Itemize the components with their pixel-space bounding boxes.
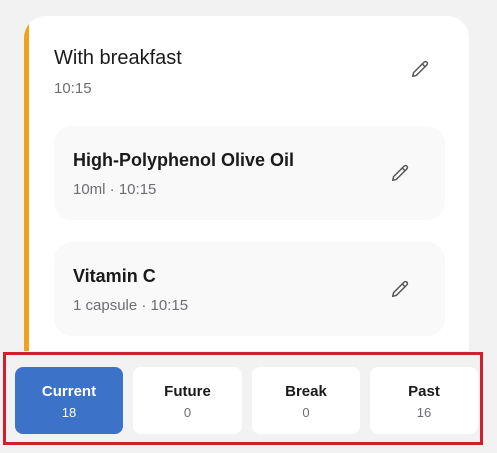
filter-tab-bar: Current 18 Future 0 Break 0 Past 16 xyxy=(0,351,497,453)
tab-past[interactable]: Past 16 xyxy=(370,367,478,434)
tab-count: 0 xyxy=(302,405,310,420)
pencil-icon[interactable] xyxy=(389,162,411,184)
tab-label: Break xyxy=(285,383,327,400)
item-detail: 1 capsule · 10:15 xyxy=(73,297,189,314)
item-name: Vitamin C xyxy=(73,266,156,286)
group-time: 10:15 xyxy=(54,80,92,97)
item-name: High-Polyphenol Olive Oil xyxy=(73,150,295,170)
tab-count: 16 xyxy=(416,405,432,420)
tab-label: Future xyxy=(164,383,211,400)
tab-current[interactable]: Current 18 xyxy=(15,367,123,434)
pencil-icon[interactable] xyxy=(389,278,411,300)
tab-count: 18 xyxy=(61,405,77,420)
tab-label: Current xyxy=(41,383,97,400)
item-detail: 10ml · 10:15 xyxy=(73,181,157,198)
list-item[interactable]: Vitamin C 1 capsule · 10:15 xyxy=(54,242,445,336)
list-item[interactable]: High-Polyphenol Olive Oil 10ml · 10:15 xyxy=(54,126,445,220)
pencil-icon[interactable] xyxy=(409,58,431,80)
tab-break[interactable]: Break 0 xyxy=(252,367,360,434)
tab-label: Past xyxy=(408,383,440,400)
tab-count: 0 xyxy=(183,405,192,420)
tab-future[interactable]: Future 0 xyxy=(133,367,242,434)
group-title: With breakfast xyxy=(54,47,182,69)
